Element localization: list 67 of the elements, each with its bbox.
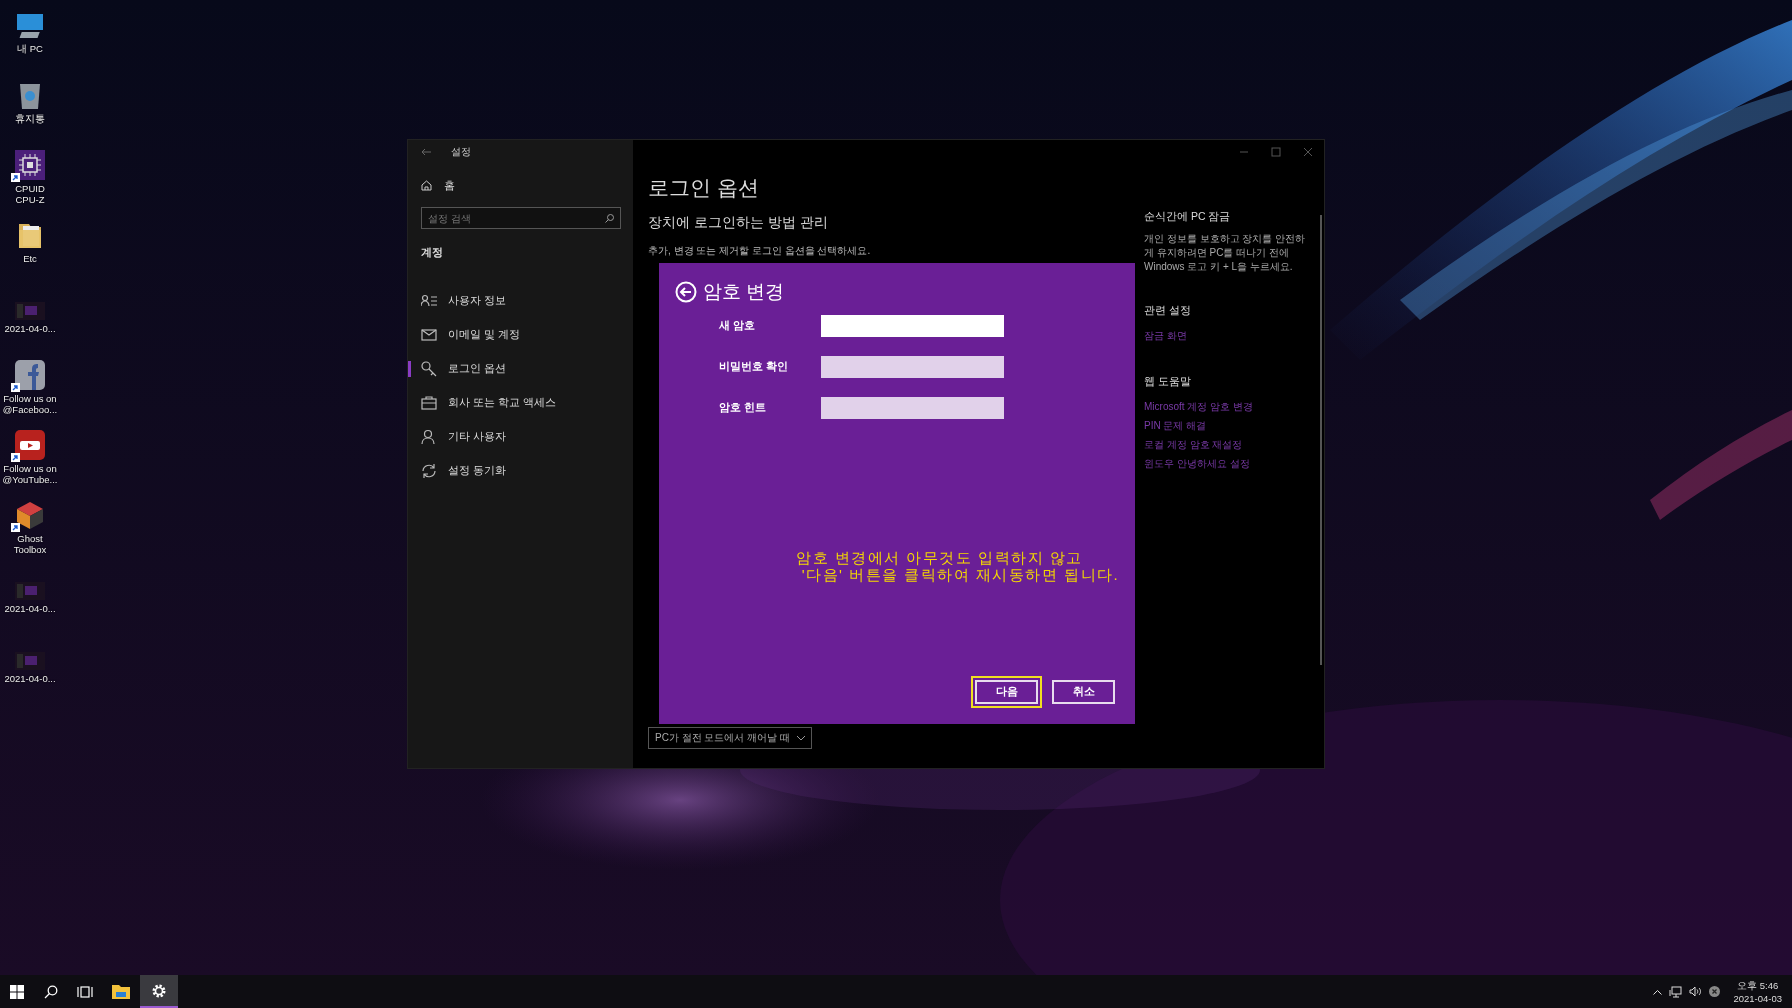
dialog-title: 암호 변경: [703, 280, 785, 304]
desktop-icon-label[interactable]: 2021-04-0...: [4, 673, 56, 684]
desktop-icon-label[interactable]: CPUID CPU-Z: [15, 183, 45, 205]
sidebar-item[interactable]: 기타 사용자: [408, 420, 633, 454]
chevron-up-icon[interactable]: [1653, 988, 1663, 995]
field-label: 새 암호: [719, 319, 756, 333]
page-title: 로그인 옵션: [648, 175, 760, 201]
task-view-icon: [77, 984, 93, 999]
person-icon: [421, 429, 437, 445]
scrollbar[interactable]: [1320, 215, 1322, 665]
briefcase-icon: [421, 395, 437, 411]
desktop-icon-label[interactable]: 내 PC: [17, 43, 43, 54]
chevron-down-icon: [797, 735, 805, 741]
sync-icon: [421, 463, 437, 479]
desktop-icon-label[interactable]: Follow us on @YouTube...: [2, 463, 58, 485]
gear-icon: [151, 982, 167, 999]
desktop-icon-label[interactable]: Ghost Toolbox: [13, 533, 47, 555]
search-field[interactable]: 설정 검색: [421, 207, 621, 229]
window-title: 설정: [451, 145, 471, 159]
dialog-button[interactable]: 다음: [971, 676, 1042, 708]
desktop-icon-label[interactable]: 2021-04-0...: [4, 323, 56, 334]
folder-icon: [112, 984, 130, 999]
home-icon: [421, 180, 432, 191]
cube-icon: [15, 500, 45, 530]
sidebar-item[interactable]: 이메일 및 계정: [408, 318, 633, 352]
screenshot-thumbnail-icon: [15, 302, 45, 320]
description-text: 추가, 변경 또는 제거할 로그인 옵션을 선택하세요.: [648, 244, 872, 258]
x-circle-icon[interactable]: [1709, 986, 1721, 997]
chip-icon: [15, 150, 45, 180]
info-text: 개인 정보를 보호하고 장치를 안전하게 유지하려면 PC를 떠나기 전에 Windows 로고 키 + L을 누르세요.: [1144, 232, 1307, 274]
sidebar-item[interactable]: 회사 또는 학교 액세스: [408, 386, 633, 420]
sidebar-item[interactable]: 로그인 옵션: [408, 352, 633, 386]
section-heading: 웹 도움말: [1144, 375, 1192, 389]
section-heading: 관련 설정: [1144, 304, 1192, 318]
speaker-icon[interactable]: [1689, 986, 1703, 997]
network-icon[interactable]: [1669, 985, 1683, 998]
section-heading: 순식간에 PC 잠금: [1144, 210, 1232, 224]
field-label: 비밀번호 확인: [719, 360, 789, 374]
desktop-icon-label[interactable]: 2021-04-0...: [4, 603, 56, 614]
search-icon: [605, 214, 614, 223]
screenshot-thumbnail-icon: [15, 582, 45, 600]
section-heading: 계정: [420, 245, 444, 260]
user-card-icon: [421, 293, 437, 309]
search-icon: [44, 984, 58, 999]
instruction-text: 암호 변경에서 아무것도 입력하지 않고 '다음' 버튼을 클릭하여 재시동하면 됩니다.: [796, 549, 1119, 583]
input-field[interactable]: [821, 397, 1004, 419]
taskbar-button[interactable]: [140, 975, 178, 1008]
dropdown[interactable]: PC가 절전 모드에서 깨어날 때: [648, 727, 812, 749]
screenshot-thumbnail-icon: [15, 652, 45, 670]
home-link[interactable]: 홈: [444, 178, 455, 193]
play-tile-icon: [15, 430, 45, 460]
clock-time[interactable]: 오후 5:46: [1737, 978, 1779, 992]
clock-date[interactable]: 2021-04-03: [1733, 991, 1782, 1005]
windows-logo-icon: [10, 984, 24, 999]
page-subtitle: 장치에 로그인하는 방법 관리: [648, 214, 829, 232]
desktop-icon-label[interactable]: Follow us on @Faceboo...: [2, 393, 58, 415]
key-icon: [421, 361, 437, 377]
input-field[interactable]: [821, 315, 1004, 337]
input-field[interactable]: [821, 356, 1004, 378]
desktop-icon-label[interactable]: 휴지통: [15, 113, 45, 124]
sidebar-item[interactable]: 설정 동기화: [408, 454, 633, 488]
letter-f-tile-icon: [15, 360, 45, 390]
desktop-icon-label[interactable]: Etc: [23, 253, 37, 264]
sidebar-item[interactable]: 사용자 정보: [408, 284, 633, 318]
mail-icon: [421, 327, 437, 343]
monitor-icon: [15, 12, 45, 40]
field-label: 암호 힌트: [719, 401, 767, 415]
